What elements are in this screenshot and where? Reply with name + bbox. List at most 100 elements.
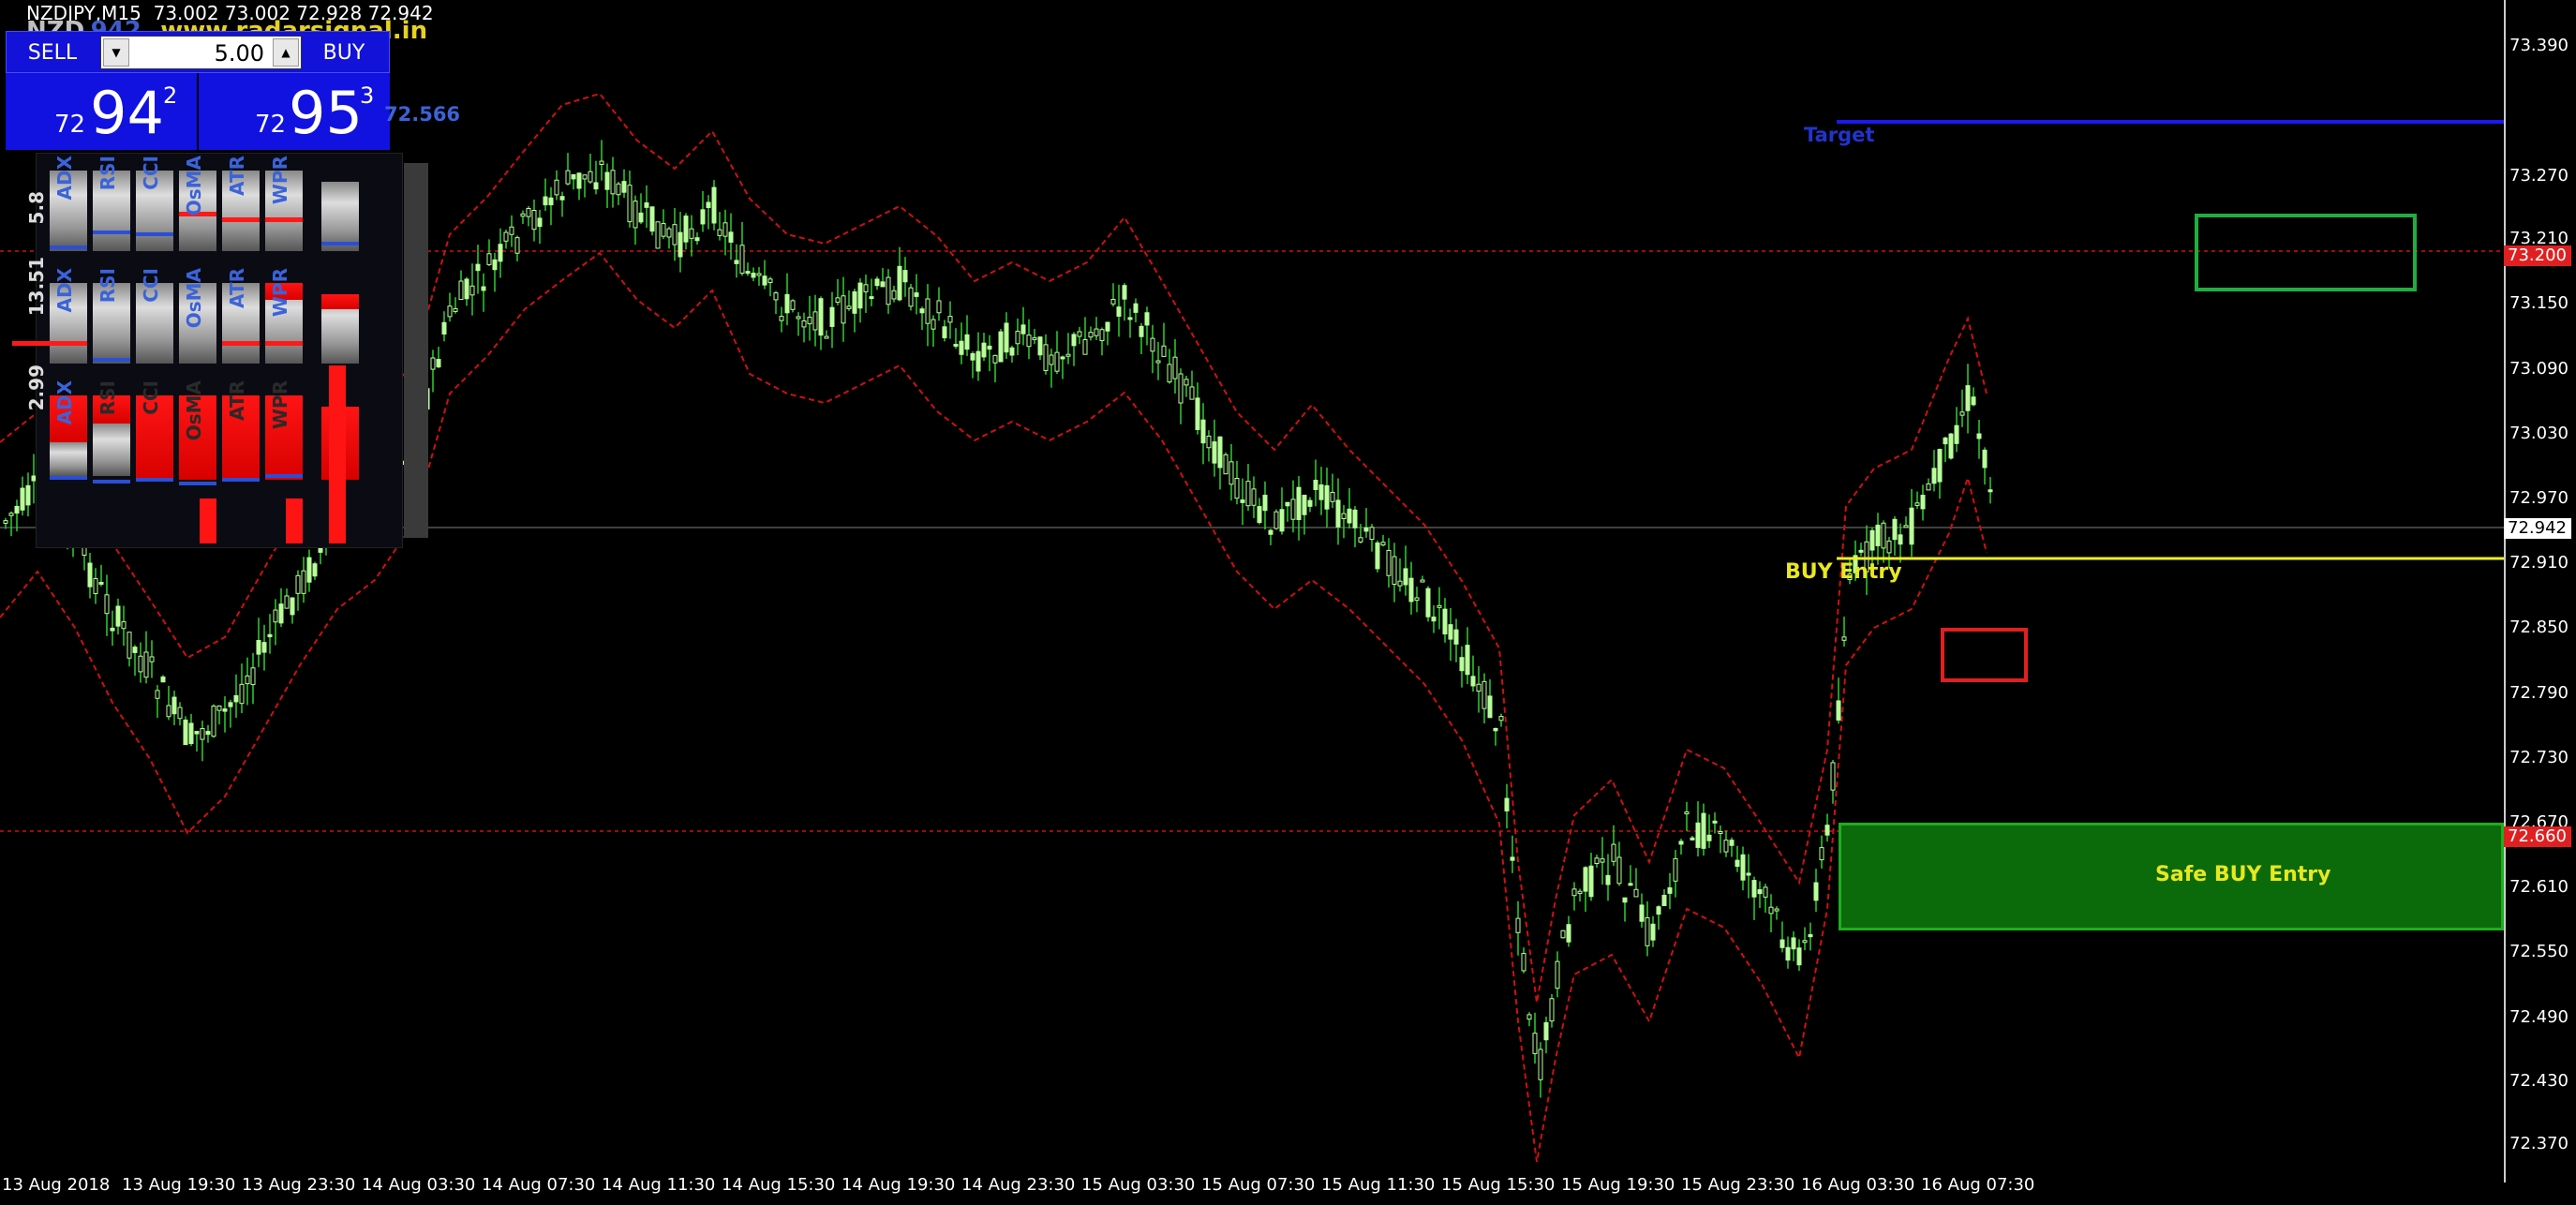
green-target-box[interactable]	[2195, 214, 2417, 291]
candle-body	[160, 676, 166, 683]
price-tick: 73.150	[2509, 293, 2569, 313]
candle-body	[1279, 509, 1285, 532]
time-tick: 15 Aug 03:30	[1081, 1175, 1196, 1195]
candle-body	[481, 286, 486, 291]
candle-body	[1515, 917, 1521, 933]
candle-body	[441, 321, 447, 335]
candle-body	[678, 231, 683, 258]
candle-body	[593, 182, 599, 190]
candle-body	[1656, 906, 1661, 915]
rsi-label: RSI	[97, 268, 119, 304]
candle-body	[1482, 680, 1487, 709]
candle-body	[1144, 312, 1150, 326]
candle-body	[1358, 537, 1363, 543]
candle-body	[1976, 433, 1982, 439]
candle-body	[514, 237, 520, 254]
dashboard-scrollbar[interactable]	[404, 163, 428, 538]
candle-body	[992, 354, 998, 364]
candle-body	[874, 278, 880, 287]
row3-rsi: RSI	[93, 379, 134, 489]
time-tick: 14 Aug 15:30	[722, 1175, 836, 1195]
candle-body	[700, 209, 706, 225]
candle-body	[835, 297, 841, 303]
candle-body	[20, 487, 25, 511]
candle-body	[565, 170, 571, 185]
candle-body	[1437, 604, 1442, 608]
candle-body	[1504, 797, 1510, 811]
candle-body	[228, 702, 233, 707]
price-tick: 72.550	[2509, 942, 2569, 961]
candle-body	[171, 696, 177, 715]
candle-body	[886, 276, 891, 305]
candle-body	[1931, 468, 1937, 484]
candle-body	[458, 280, 464, 300]
candle-body	[942, 326, 947, 338]
time-tick: 15 Aug 19:30	[1561, 1175, 1675, 1195]
adx-label: ADX	[53, 268, 76, 313]
candle-body	[773, 292, 779, 301]
candle-body	[627, 185, 633, 223]
candle-body	[790, 300, 796, 310]
time-tick: 15 Aug 15:30	[1441, 1175, 1556, 1195]
lot-increase-arrow-icon[interactable]: ▲	[273, 38, 299, 67]
time-tick: 13 Aug 2018	[2, 1175, 111, 1195]
candle-body	[1763, 886, 1768, 898]
buy-button[interactable]: BUY	[299, 32, 389, 74]
candle-body	[1206, 435, 1212, 449]
candle-body	[1712, 820, 1718, 824]
candle-body	[841, 295, 846, 324]
candle-body	[115, 605, 121, 627]
bid-price-button[interactable]: 72 94 2	[6, 73, 197, 150]
candle-body	[829, 306, 835, 327]
candle-body	[1133, 303, 1139, 313]
candle-body	[863, 284, 869, 292]
atr-label: ATR	[226, 268, 248, 308]
sell-button[interactable]: SELL	[7, 32, 98, 74]
lot-size-input[interactable]	[131, 38, 266, 68]
candle-body	[1886, 540, 1892, 554]
current-price-marker: 72.942	[2504, 518, 2571, 539]
candle-body	[571, 173, 576, 180]
price-tick: 73.390	[2509, 36, 2569, 55]
candle-body	[1898, 534, 1903, 545]
red-entry-box[interactable]	[1941, 628, 2028, 682]
candle-body	[1521, 953, 1526, 972]
indicator-dashboard: 5.8 13.51 2.99 ADX RSI CCI OsMA ATR WPR …	[12, 153, 428, 548]
ask-price-button[interactable]: 72 95 3	[199, 73, 390, 150]
candle-body	[25, 484, 31, 506]
safe-buy-zone[interactable]: Safe BUY Entry	[1839, 823, 2504, 930]
candle-body	[250, 667, 256, 686]
cci-label: CCI	[140, 380, 162, 415]
indicator-side-value-1: 5.8	[25, 191, 48, 225]
candle-body	[1020, 324, 1026, 335]
candle-body	[143, 651, 149, 678]
candle-body	[1240, 499, 1245, 503]
candle-body	[925, 298, 931, 324]
candle-body	[486, 253, 492, 265]
price-tick: 72.610	[2509, 877, 2569, 897]
candle-body	[1313, 480, 1318, 490]
candle-body	[8, 513, 14, 516]
candle-body	[852, 290, 857, 314]
row1-rsi: RSI	[93, 154, 134, 264]
candle-body	[1397, 580, 1403, 587]
candle-body	[880, 281, 886, 288]
candle-body	[599, 160, 604, 165]
candle-body	[1043, 344, 1049, 371]
candle-body	[1791, 937, 1796, 950]
candle-body	[655, 221, 661, 249]
candle-body	[1869, 529, 1875, 551]
candle-body	[1661, 894, 1667, 907]
candle-body	[301, 570, 306, 594]
candle-body	[1392, 556, 1397, 585]
indicator-side-value-3: 2.99	[25, 364, 48, 411]
lot-decrease-arrow-icon[interactable]: ▼	[103, 38, 129, 67]
candle-body	[1060, 356, 1065, 360]
candle-body	[1155, 360, 1161, 364]
candle-body	[936, 300, 942, 314]
time-tick: 14 Aug 11:30	[602, 1175, 716, 1195]
candle-body	[1082, 339, 1088, 355]
candle-body	[689, 228, 694, 239]
candle-body	[453, 307, 458, 312]
candle-body	[964, 334, 970, 350]
